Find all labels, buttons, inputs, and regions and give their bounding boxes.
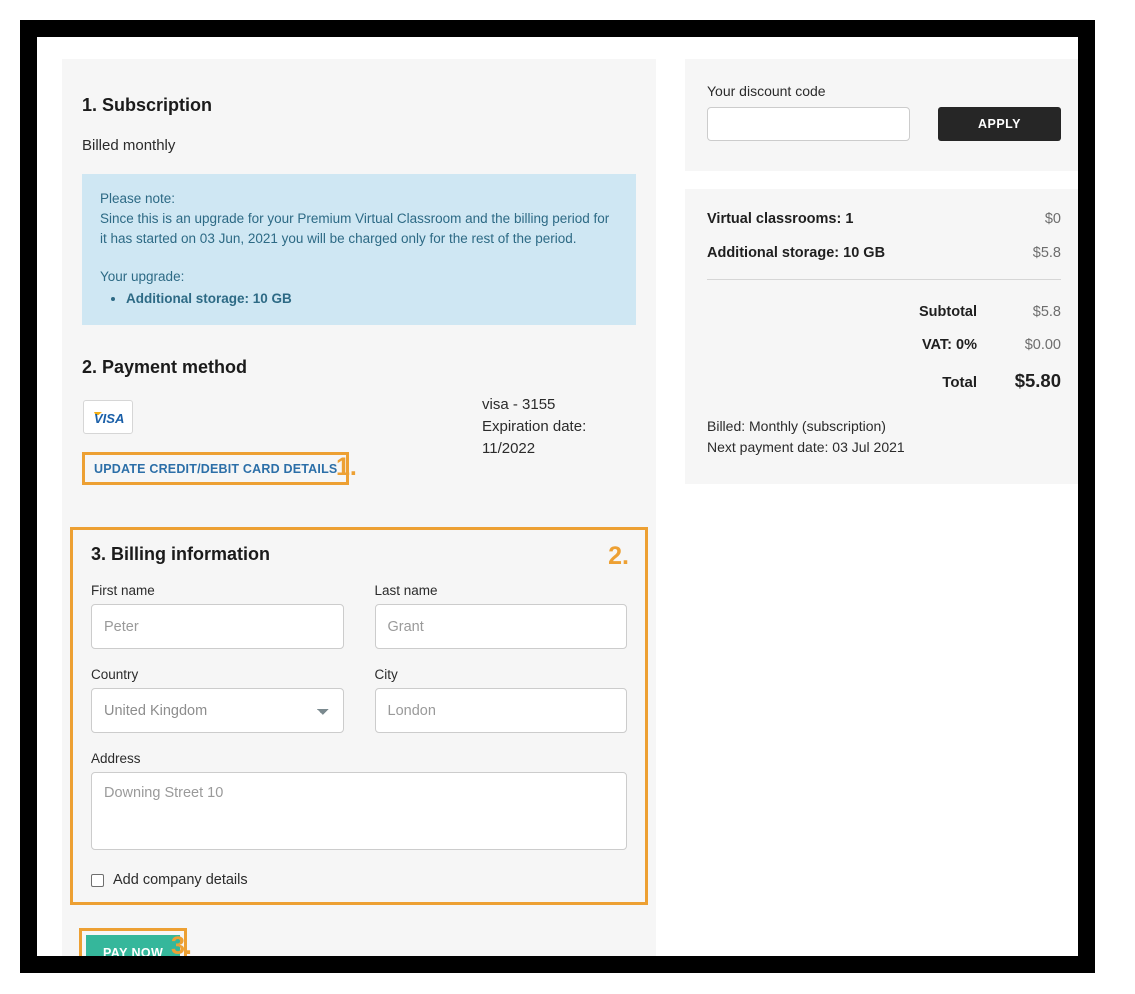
billing-schedule-note: Billed: Monthly (subscription) Next paym…	[707, 418, 905, 455]
subscription-section: 1. Subscription Billed monthly Please no…	[62, 59, 656, 325]
upgrade-list-item: Additional storage: 10 GB	[126, 289, 618, 309]
discount-code-row: APPLY	[707, 107, 1061, 141]
upgrade-list: Additional storage: 10 GB	[100, 289, 618, 309]
first-name-label: First name	[91, 583, 155, 598]
first-name-group: First name	[91, 583, 344, 649]
vat-amount: $0.00	[1024, 337, 1061, 353]
payment-method-row: VISA visa - 3155 Expiration date: 11/202…	[82, 396, 636, 485]
total-row: Total $5.80	[707, 370, 1061, 392]
name-fields-row: First name Last name	[91, 583, 627, 649]
address-label: Address	[91, 751, 141, 766]
add-company-details-label: Add company details	[113, 872, 248, 888]
summary-line-item: Virtual classrooms: 1 $0	[707, 211, 1061, 227]
city-label: City	[374, 667, 398, 682]
svg-text:VISA: VISA	[94, 411, 124, 426]
billing-information-section: 2. 3. Billing information First name Las…	[70, 527, 648, 905]
last-name-group: Last name	[374, 583, 627, 649]
add-company-details-checkbox[interactable]	[91, 873, 104, 887]
apply-discount-button[interactable]: APPLY	[938, 107, 1061, 141]
step-annotation-3: 3.	[171, 932, 192, 956]
card-summary-text: visa - 3155 Expiration date: 11/2022	[482, 396, 587, 457]
order-summary-panel: Virtual classrooms: 1 $0 Additional stor…	[685, 189, 1078, 484]
discount-code-input[interactable]	[707, 107, 910, 141]
subtotal-label: Subtotal	[919, 304, 977, 320]
checkout-form-card: 1. Subscription Billed monthly Please no…	[62, 59, 656, 956]
visa-icon: VISA	[83, 400, 133, 434]
country-label: Country	[91, 667, 139, 682]
discount-code-label: Your discount code	[707, 83, 826, 99]
order-sidebar: Your discount code APPLY Virtual classro…	[685, 59, 1078, 484]
subtotal-amount: $5.8	[1032, 304, 1061, 320]
subtotal-row: Subtotal $5.8	[707, 304, 1061, 320]
subscription-heading: 1. Subscription	[82, 95, 213, 115]
city-group: City	[374, 667, 627, 733]
update-card-highlight: UPDATE CREDIT/DEBIT CARD DETAILS	[82, 452, 350, 485]
discount-code-panel: Your discount code APPLY	[685, 59, 1078, 171]
screenshot-frame: 1. Subscription Billed monthly Please no…	[20, 20, 1095, 973]
country-group: Country United Kingdom	[91, 667, 344, 733]
summary-divider	[707, 279, 1061, 280]
add-company-details-row[interactable]: Add company details	[91, 872, 627, 888]
summary-item-amount: $0	[1044, 211, 1061, 227]
step-annotation-1: 1.	[336, 453, 357, 481]
summary-item-amount: $5.8	[1032, 245, 1061, 261]
last-name-label: Last name	[374, 583, 438, 598]
update-card-details-link[interactable]: UPDATE CREDIT/DEBIT CARD DETAILS	[94, 462, 337, 476]
country-select[interactable]: United Kingdom	[91, 688, 344, 733]
address-group: Address	[91, 751, 627, 855]
first-name-input[interactable]	[91, 604, 344, 649]
billing-cycle-text: Billed monthly	[82, 137, 176, 154]
last-name-input[interactable]	[374, 604, 627, 649]
summary-item-label: Additional storage: 10 GB	[707, 245, 886, 261]
city-input[interactable]	[374, 688, 627, 733]
location-fields-row: Country United Kingdom City	[91, 667, 627, 733]
address-textarea[interactable]	[91, 772, 627, 850]
step-annotation-2: 2.	[608, 542, 629, 570]
summary-item-label: Virtual classrooms: 1	[707, 211, 854, 227]
vat-row: VAT: 0% $0.00	[707, 337, 1061, 353]
vat-label: VAT: 0%	[921, 337, 977, 353]
payment-method-heading: 2. Payment method	[82, 357, 248, 377]
pay-now-button[interactable]: PAY NOW	[86, 935, 181, 956]
upgrade-notice: Please note: Since this is an upgrade fo…	[82, 174, 636, 325]
billing-information-heading: 3. Billing information	[91, 544, 270, 564]
checkout-page: 1. Subscription Billed monthly Please no…	[37, 37, 1078, 956]
notice-title: Please note:	[100, 191, 176, 206]
notice-body: Since this is an upgrade for your Premiu…	[100, 211, 610, 246]
upgrade-label: Your upgrade:	[100, 269, 185, 284]
total-amount: $5.80	[1014, 370, 1061, 391]
payment-method-section: 2. Payment method VISA visa - 3155 Expir…	[62, 357, 656, 485]
summary-line-item: Additional storage: 10 GB $5.8	[707, 245, 1061, 261]
total-label: Total	[942, 374, 977, 391]
